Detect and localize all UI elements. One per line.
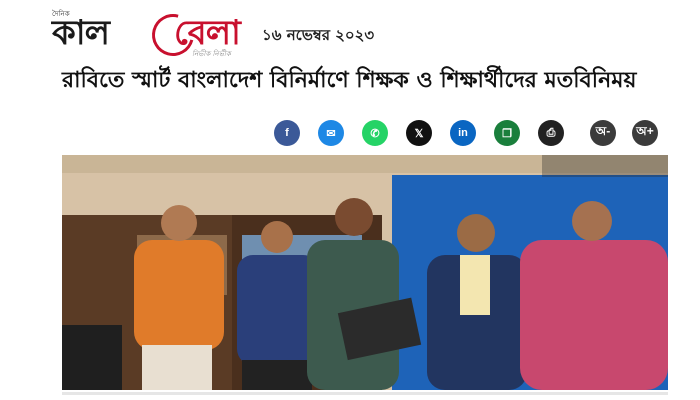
facebook-share-button[interactable]: f xyxy=(274,120,300,146)
article-photo xyxy=(62,155,668,390)
copy-link-button[interactable]: ❐ xyxy=(494,120,520,146)
logo-text-left: কাল xyxy=(52,13,110,53)
linkedin-share-button[interactable]: in xyxy=(450,120,476,146)
article-headline: রাবিতে স্মার্ট বাংলাদেশ বিনির্মাণে শিক্ষ… xyxy=(62,68,637,93)
photo-chair xyxy=(62,325,122,390)
divider xyxy=(62,392,668,395)
print-button[interactable]: ⎙ xyxy=(538,120,564,146)
font-increase-button[interactable]: অ+ xyxy=(632,120,658,146)
masthead-logo[interactable]: দৈনিক কাল বেলা নিভীক নির্ভীক xyxy=(52,6,241,64)
publish-date: ১৬ নভেম্বর ২০২৩ xyxy=(262,26,375,44)
logo-subtitle: নিভীক নির্ভীক xyxy=(192,50,231,58)
font-decrease-button[interactable]: অ- xyxy=(590,120,616,146)
whatsapp-share-button[interactable]: ✆ xyxy=(362,120,388,146)
x-share-button[interactable]: 𝕏 xyxy=(406,120,432,146)
logo-text-right: বেলা xyxy=(174,13,241,53)
article-photo-illustration xyxy=(62,155,668,390)
messenger-share-button[interactable]: ✉ xyxy=(318,120,344,146)
